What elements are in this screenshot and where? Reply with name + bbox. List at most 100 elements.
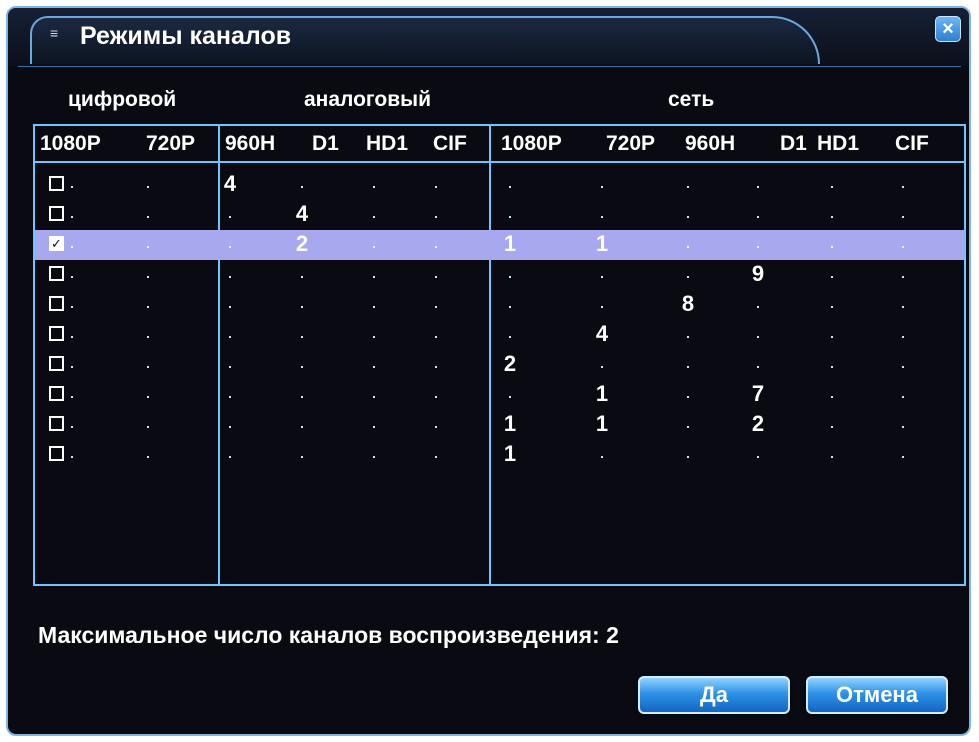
table-row[interactable]: ... 4........ bbox=[35, 200, 964, 230]
empty-cell-dot[interactable]: . bbox=[421, 320, 451, 350]
empty-cell-dot[interactable]: . bbox=[888, 170, 918, 200]
channel-count-cell[interactable]: 1 bbox=[495, 230, 525, 260]
channel-count-cell[interactable]: 1 bbox=[587, 410, 617, 440]
empty-cell-dot[interactable]: . bbox=[359, 200, 389, 230]
empty-cell-dot[interactable]: . bbox=[287, 440, 317, 470]
empty-cell-dot[interactable]: . bbox=[215, 350, 245, 380]
ok-button[interactable]: Да bbox=[638, 676, 790, 714]
empty-cell-dot[interactable]: . bbox=[673, 380, 703, 410]
empty-cell-dot[interactable]: . bbox=[57, 290, 87, 320]
empty-cell-dot[interactable]: . bbox=[587, 350, 617, 380]
empty-cell-dot[interactable]: . bbox=[215, 320, 245, 350]
empty-cell-dot[interactable]: . bbox=[743, 350, 773, 380]
empty-cell-dot[interactable]: . bbox=[215, 230, 245, 260]
channel-count-cell[interactable]: 1 bbox=[587, 230, 617, 260]
empty-cell-dot[interactable]: . bbox=[287, 290, 317, 320]
empty-cell-dot[interactable]: . bbox=[359, 260, 389, 290]
empty-cell-dot[interactable]: . bbox=[817, 200, 847, 230]
empty-cell-dot[interactable]: . bbox=[673, 260, 703, 290]
empty-cell-dot[interactable]: . bbox=[673, 230, 703, 260]
empty-cell-dot[interactable]: . bbox=[587, 440, 617, 470]
empty-cell-dot[interactable]: . bbox=[817, 170, 847, 200]
empty-cell-dot[interactable]: . bbox=[421, 260, 451, 290]
channel-count-cell[interactable]: 1 bbox=[495, 440, 525, 470]
empty-cell-dot[interactable]: . bbox=[287, 260, 317, 290]
channel-count-cell[interactable]: 2 bbox=[495, 350, 525, 380]
empty-cell-dot[interactable]: . bbox=[215, 380, 245, 410]
channel-count-cell[interactable]: 1 bbox=[587, 380, 617, 410]
empty-cell-dot[interactable]: . bbox=[495, 380, 525, 410]
empty-cell-dot[interactable]: . bbox=[421, 290, 451, 320]
empty-cell-dot[interactable]: . bbox=[133, 200, 163, 230]
empty-cell-dot[interactable]: . bbox=[57, 260, 87, 290]
empty-cell-dot[interactable]: . bbox=[817, 320, 847, 350]
empty-cell-dot[interactable]: . bbox=[495, 290, 525, 320]
channel-count-cell[interactable]: 2 bbox=[287, 230, 317, 260]
empty-cell-dot[interactable]: . bbox=[57, 230, 87, 260]
table-row[interactable]: ....... 4.... bbox=[35, 320, 964, 350]
empty-cell-dot[interactable]: . bbox=[57, 350, 87, 380]
empty-cell-dot[interactable]: . bbox=[421, 350, 451, 380]
table-row[interactable]: .. 4......... bbox=[35, 170, 964, 200]
empty-cell-dot[interactable]: . bbox=[133, 380, 163, 410]
empty-cell-dot[interactable]: . bbox=[817, 350, 847, 380]
table-row[interactable]: ...... 1..... bbox=[35, 440, 964, 470]
empty-cell-dot[interactable]: . bbox=[215, 440, 245, 470]
empty-cell-dot[interactable]: . bbox=[57, 380, 87, 410]
empty-cell-dot[interactable]: . bbox=[57, 410, 87, 440]
empty-cell-dot[interactable]: . bbox=[133, 410, 163, 440]
empty-cell-dot[interactable]: . bbox=[215, 200, 245, 230]
empty-cell-dot[interactable]: . bbox=[673, 170, 703, 200]
empty-cell-dot[interactable]: . bbox=[421, 200, 451, 230]
channel-count-cell[interactable]: 4 bbox=[287, 200, 317, 230]
table-row[interactable]: ...... 2..... bbox=[35, 350, 964, 380]
empty-cell-dot[interactable]: . bbox=[421, 410, 451, 440]
empty-cell-dot[interactable]: . bbox=[215, 260, 245, 290]
cancel-button[interactable]: Отмена bbox=[806, 676, 948, 714]
empty-cell-dot[interactable]: . bbox=[817, 260, 847, 290]
empty-cell-dot[interactable]: . bbox=[359, 230, 389, 260]
empty-cell-dot[interactable]: . bbox=[743, 200, 773, 230]
empty-cell-dot[interactable]: . bbox=[888, 380, 918, 410]
table-row[interactable]: ...... 1 1. 2.. bbox=[35, 410, 964, 440]
empty-cell-dot[interactable]: . bbox=[673, 200, 703, 230]
empty-cell-dot[interactable]: . bbox=[888, 440, 918, 470]
empty-cell-dot[interactable]: . bbox=[287, 380, 317, 410]
empty-cell-dot[interactable]: . bbox=[587, 170, 617, 200]
empty-cell-dot[interactable]: . bbox=[287, 350, 317, 380]
empty-cell-dot[interactable]: . bbox=[215, 410, 245, 440]
empty-cell-dot[interactable]: . bbox=[359, 350, 389, 380]
table-row[interactable]: ....... 1. 7.. bbox=[35, 380, 964, 410]
empty-cell-dot[interactable]: . bbox=[888, 260, 918, 290]
table-row[interactable]: ✓... 2.. 1 1.... bbox=[35, 230, 964, 260]
empty-cell-dot[interactable]: . bbox=[673, 410, 703, 440]
empty-cell-dot[interactable]: . bbox=[359, 320, 389, 350]
channel-count-cell[interactable]: 7 bbox=[743, 380, 773, 410]
empty-cell-dot[interactable]: . bbox=[888, 320, 918, 350]
empty-cell-dot[interactable]: . bbox=[817, 410, 847, 440]
empty-cell-dot[interactable]: . bbox=[57, 320, 87, 350]
empty-cell-dot[interactable]: . bbox=[743, 440, 773, 470]
channel-count-cell[interactable]: 4 bbox=[587, 320, 617, 350]
empty-cell-dot[interactable]: . bbox=[495, 320, 525, 350]
channel-count-cell[interactable]: 1 bbox=[495, 410, 525, 440]
empty-cell-dot[interactable]: . bbox=[817, 380, 847, 410]
channel-count-cell[interactable]: 8 bbox=[673, 290, 703, 320]
empty-cell-dot[interactable]: . bbox=[587, 260, 617, 290]
empty-cell-dot[interactable]: . bbox=[743, 320, 773, 350]
empty-cell-dot[interactable]: . bbox=[817, 230, 847, 260]
empty-cell-dot[interactable]: . bbox=[495, 200, 525, 230]
table-row[interactable]: ........ 8... bbox=[35, 290, 964, 320]
empty-cell-dot[interactable]: . bbox=[359, 410, 389, 440]
empty-cell-dot[interactable]: . bbox=[743, 230, 773, 260]
empty-cell-dot[interactable]: . bbox=[495, 260, 525, 290]
empty-cell-dot[interactable]: . bbox=[57, 200, 87, 230]
empty-cell-dot[interactable]: . bbox=[133, 350, 163, 380]
empty-cell-dot[interactable]: . bbox=[133, 320, 163, 350]
table-row[interactable]: ......... 9.. bbox=[35, 260, 964, 290]
close-button[interactable]: × bbox=[935, 16, 961, 42]
empty-cell-dot[interactable]: . bbox=[133, 230, 163, 260]
empty-cell-dot[interactable]: . bbox=[287, 320, 317, 350]
empty-cell-dot[interactable]: . bbox=[743, 290, 773, 320]
empty-cell-dot[interactable]: . bbox=[888, 290, 918, 320]
